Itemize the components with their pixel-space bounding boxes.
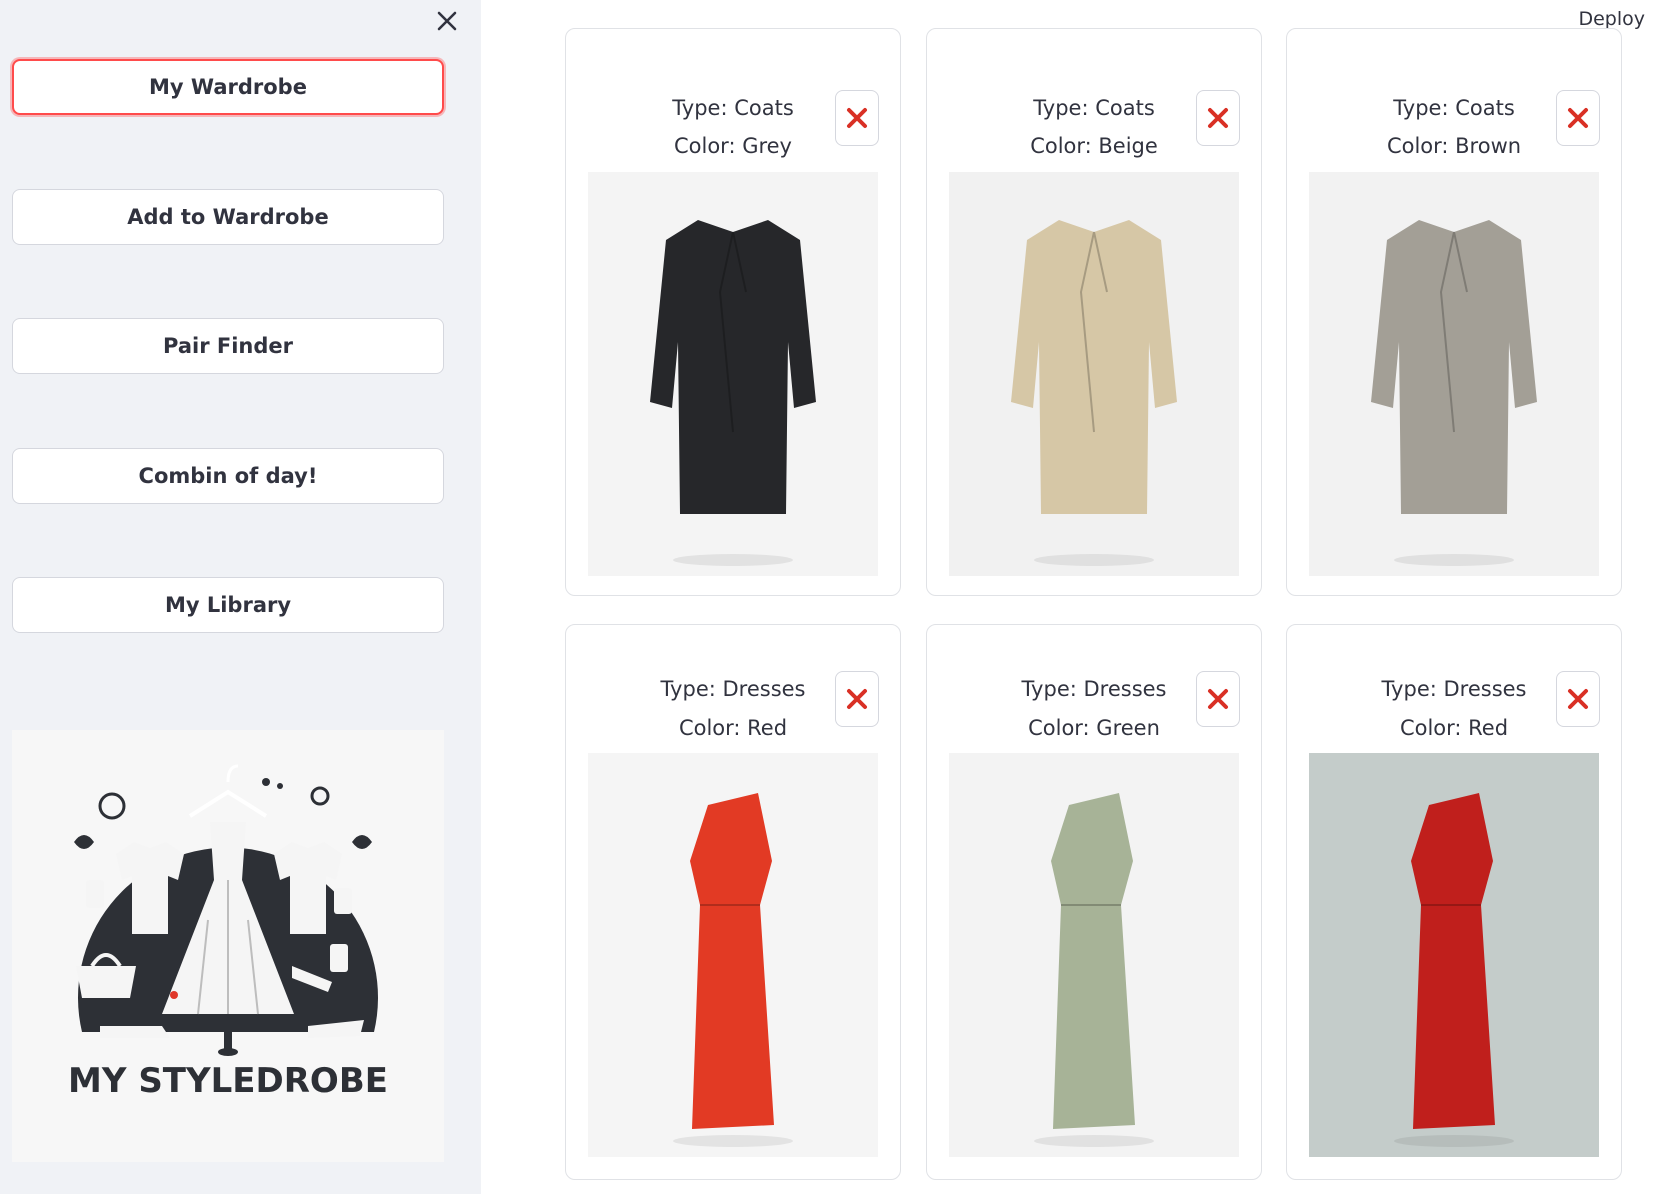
nav-button-my-wardrobe[interactable]: My Wardrobe <box>12 59 444 115</box>
delete-item-button[interactable] <box>835 671 879 727</box>
item-photo <box>949 753 1239 1157</box>
delete-x-icon <box>1568 689 1588 709</box>
nav-button-add-to-wardrobe[interactable]: Add to Wardrobe <box>12 189 444 245</box>
item-card-5: Type: Dresses Color: Green <box>926 624 1262 1180</box>
item-photo <box>588 753 878 1157</box>
close-icon <box>437 11 457 31</box>
item-photo <box>1309 753 1599 1157</box>
delete-item-button[interactable] <box>1196 90 1240 146</box>
item-card-4: Type: Dresses Color: Red <box>565 624 901 1180</box>
delete-x-icon <box>1208 689 1228 709</box>
item-card-2: Type: Coats Color: Beige <box>926 28 1262 596</box>
close-sidebar-button[interactable] <box>432 6 462 36</box>
delete-item-button[interactable] <box>1556 671 1600 727</box>
brand-logo: MY STYLEDROBE <box>12 730 444 1162</box>
delete-item-button[interactable] <box>1196 671 1240 727</box>
item-photo <box>588 172 878 576</box>
delete-item-button[interactable] <box>835 90 879 146</box>
dress-shape <box>690 793 774 1129</box>
item-card-3: Type: Coats Color: Brown <box>1286 28 1622 596</box>
delete-x-icon <box>1568 108 1588 128</box>
item-photo <box>949 172 1239 576</box>
dress-shape <box>1411 793 1495 1129</box>
deploy-button[interactable]: Deploy <box>1578 8 1645 30</box>
delete-x-icon <box>847 689 867 709</box>
delete-x-icon <box>1208 108 1228 128</box>
delete-x-icon <box>847 108 867 128</box>
item-card-6: Type: Dresses Color: Red <box>1286 624 1622 1180</box>
dress-shape <box>1051 793 1135 1129</box>
sidebar: My Wardrobe Add to Wardrobe Pair Finder … <box>0 0 481 1194</box>
nav-button-combin-of-day[interactable]: Combin of day! <box>12 448 444 504</box>
nav-button-my-library[interactable]: My Library <box>12 577 444 633</box>
nav-button-pair-finder[interactable]: Pair Finder <box>12 318 444 374</box>
logo-wordmark: MY STYLEDROBE <box>68 1061 388 1101</box>
delete-item-button[interactable] <box>1556 90 1600 146</box>
item-card-1: Type: Coats Color: Grey <box>565 28 901 596</box>
item-photo <box>1309 172 1599 576</box>
